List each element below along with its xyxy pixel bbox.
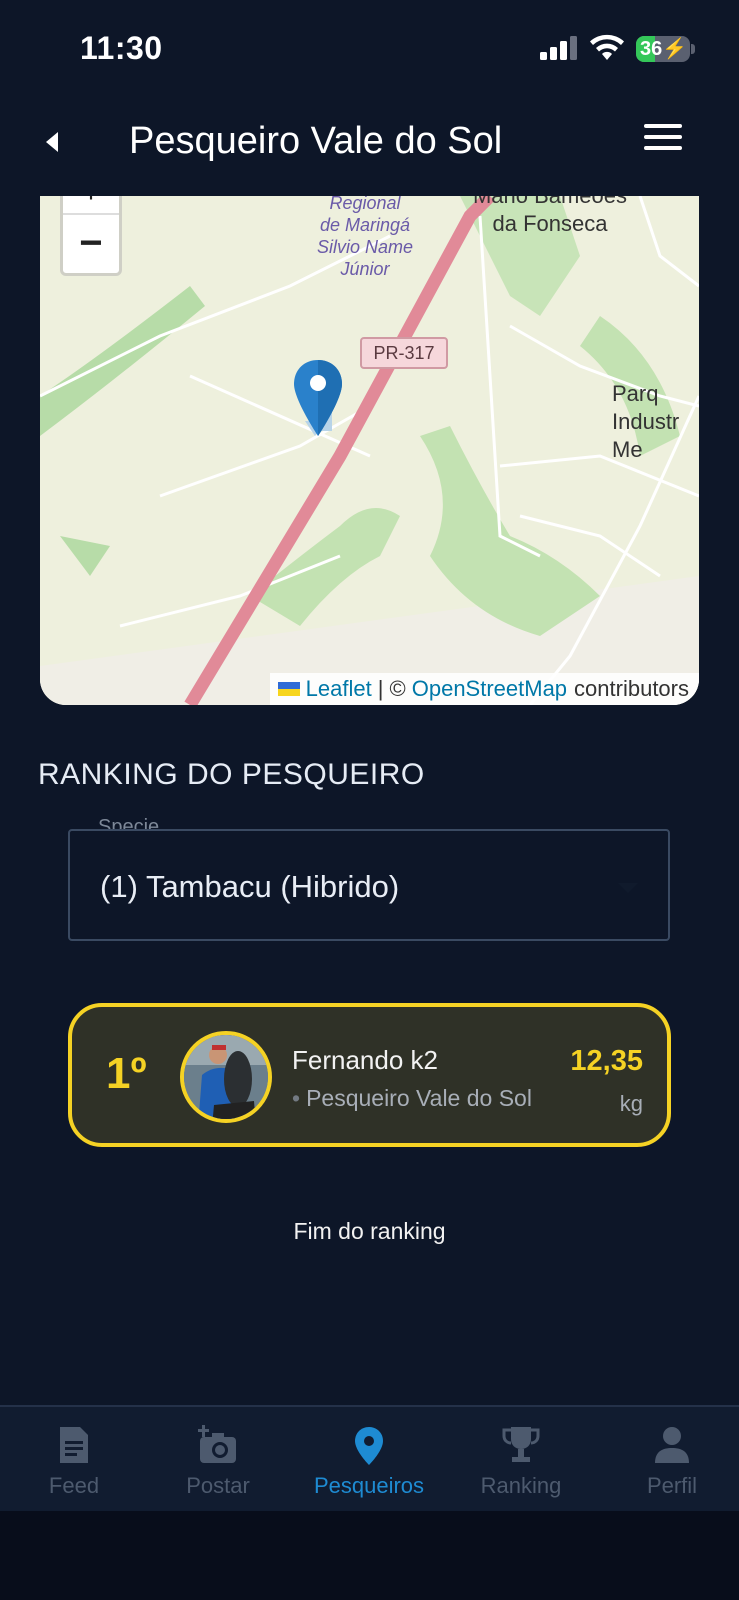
attribution-contributors: contributors bbox=[574, 676, 689, 701]
home-indicator-area bbox=[0, 1511, 739, 1600]
map-attribution: Leaflet | © OpenStreetMap contributors bbox=[269, 673, 699, 705]
back-button[interactable] bbox=[38, 122, 68, 162]
app-header: Pesqueiro Vale do Sol bbox=[0, 96, 739, 196]
rank-place: • Pesqueiro Vale do Sol bbox=[292, 1085, 532, 1112]
nav-label-perfil: Perfil bbox=[646, 1473, 698, 1498]
section-title: RANKING DO PESQUEIRO bbox=[38, 758, 425, 791]
nav-label-postar: Postar bbox=[186, 1473, 250, 1498]
rank-place-name: Pesqueiro Vale do Sol bbox=[306, 1085, 532, 1111]
nav-item-feed[interactable]: Feed bbox=[0, 1407, 148, 1513]
map-marker-icon[interactable] bbox=[294, 360, 342, 440]
trophy-icon bbox=[502, 1427, 540, 1462]
attribution-separator: | © bbox=[377, 676, 406, 701]
battery-icon: 36⚡ bbox=[636, 36, 690, 62]
status-time: 11:30 bbox=[80, 30, 163, 66]
zoom-out-button[interactable]: − bbox=[63, 217, 119, 273]
species-select[interactable]: Specie (1) Tambacu (Hibrido) bbox=[68, 817, 670, 941]
rank-weight: 12,35 bbox=[570, 1045, 643, 1077]
page-title: Pesqueiro Vale do Sol bbox=[129, 120, 503, 162]
document-icon bbox=[60, 1427, 88, 1463]
map-view[interactable]: + − Regional de Maringá Silvio Name Júni… bbox=[40, 196, 699, 705]
chevron-down-icon bbox=[618, 883, 638, 893]
map-label-parque: Parq Industr Me bbox=[612, 381, 680, 462]
person-icon bbox=[655, 1427, 689, 1463]
zoom-control: + − bbox=[60, 196, 122, 276]
end-of-ranking-text: Fim do ranking bbox=[293, 1218, 446, 1244]
avatar bbox=[180, 1031, 272, 1123]
map-label-fonseca: Mario Bameoes da Fonseca bbox=[473, 196, 627, 236]
cellular-signal-icon bbox=[540, 36, 577, 60]
hamburger-menu-icon bbox=[644, 124, 682, 128]
bottom-nav: Feed Postar Pesqueiros Ranking Perfil bbox=[0, 1405, 739, 1511]
add-camera-icon bbox=[198, 1425, 236, 1463]
road-shield: PR-317 bbox=[360, 337, 448, 369]
nav-item-perfil[interactable]: Perfil bbox=[598, 1407, 739, 1513]
status-bar: 11:30 36⚡ bbox=[0, 0, 739, 96]
rank-angler-name: Fernando k2 bbox=[292, 1045, 438, 1075]
chevron-left-icon bbox=[46, 132, 58, 152]
ranking-entry[interactable]: 1º Fernando k2 • Pesqueiro Vale do Sol 12… bbox=[68, 1003, 671, 1147]
rank-unit: kg bbox=[619, 1091, 643, 1116]
battery-level: 36⚡ bbox=[640, 38, 688, 60]
map-pin-icon bbox=[355, 1427, 383, 1465]
menu-button[interactable] bbox=[644, 124, 682, 158]
battery-cap bbox=[691, 44, 695, 54]
nav-label-ranking: Ranking bbox=[480, 1473, 562, 1498]
rank-position: 1º bbox=[106, 1049, 147, 1098]
nav-label-feed: Feed bbox=[48, 1473, 100, 1498]
ukraine-flag-icon bbox=[277, 682, 300, 696]
species-select-label: Specie bbox=[94, 817, 164, 829]
osm-link[interactable]: OpenStreetMap bbox=[412, 673, 567, 705]
species-select-value: (1) Tambacu (Hibrido) bbox=[100, 869, 400, 904]
leaflet-link[interactable]: Leaflet bbox=[306, 673, 372, 705]
bullet-dot: • bbox=[292, 1085, 301, 1111]
nav-item-ranking[interactable]: Ranking bbox=[447, 1407, 595, 1513]
nav-item-pesqueiros[interactable]: Pesqueiros bbox=[295, 1407, 443, 1513]
avatar-photo bbox=[184, 1035, 268, 1119]
map-label-regional: Regional de Maringá Silvio Name Júnior bbox=[316, 196, 414, 279]
zoom-in-button[interactable]: + bbox=[63, 196, 119, 215]
wifi-icon bbox=[590, 34, 624, 60]
nav-item-postar[interactable]: Postar bbox=[144, 1407, 292, 1513]
nav-label-pesqueiros: Pesqueiros bbox=[313, 1473, 425, 1498]
